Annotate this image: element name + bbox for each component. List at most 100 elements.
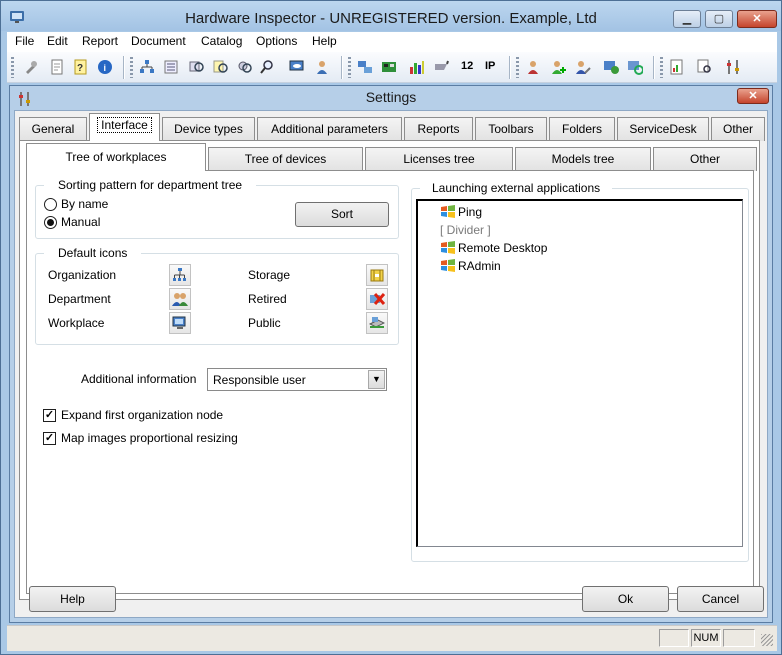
toolbar-grip[interactable]	[348, 57, 351, 78]
tab-reports[interactable]: Reports	[404, 117, 473, 141]
tab-other[interactable]: Other	[711, 117, 765, 141]
subtab-tree-of-workplaces[interactable]: Tree of workplaces	[26, 143, 206, 171]
additional-info-value: Responsible user	[213, 373, 306, 387]
map-images-checkbox[interactable]: ✓	[43, 432, 56, 445]
sort-button[interactable]: Sort	[295, 202, 389, 227]
title-bar[interactable]: Hardware Inspector - UNREGISTERED versio…	[1, 1, 781, 31]
list-item[interactable]: Remote Desktop	[441, 239, 547, 257]
manual-label[interactable]: Manual	[61, 215, 100, 229]
menu-edit[interactable]: Edit	[47, 34, 68, 48]
tab-device-types[interactable]: Device types	[162, 117, 255, 141]
list-item[interactable]: RAdmin	[441, 257, 501, 275]
subtab-label: Tree of devices	[244, 152, 327, 166]
retired-icon[interactable]	[366, 288, 388, 310]
help-button[interactable]: Help	[29, 586, 116, 612]
subtab-other[interactable]: Other	[653, 147, 757, 171]
status-panel-caps	[659, 629, 689, 647]
windows-icon	[441, 205, 455, 218]
toolbar-grip[interactable]	[660, 57, 663, 78]
minimize-button[interactable]: ▁	[673, 10, 701, 28]
radio-manual[interactable]	[44, 216, 57, 229]
tools-icon[interactable]	[21, 57, 41, 77]
options-icon[interactable]	[723, 57, 743, 77]
cable-icon[interactable]	[431, 57, 451, 77]
monitor-globe-icon[interactable]	[601, 57, 621, 77]
menu-options[interactable]: Options	[256, 34, 297, 48]
tab-general[interactable]: General	[19, 117, 87, 141]
main-window: Hardware Inspector - UNREGISTERED versio…	[0, 0, 782, 655]
subtab-tree-of-devices[interactable]: Tree of devices	[208, 147, 363, 171]
subtab-models-tree[interactable]: Models tree	[515, 147, 651, 171]
department-label: Department	[48, 292, 111, 306]
chevron-down-icon[interactable]: ▼	[368, 370, 385, 389]
search-settings-icon[interactable]	[235, 57, 255, 77]
subtab-label: Other	[689, 152, 720, 166]
user-add-icon[interactable]	[549, 57, 569, 77]
tab-toolbars[interactable]: Toolbars	[475, 117, 547, 141]
tab-label: ServiceDesk	[629, 122, 697, 136]
organization-icon[interactable]	[169, 264, 191, 286]
retired-label: Retired	[248, 292, 287, 306]
workplace-icon[interactable]	[169, 312, 191, 334]
menu-catalog[interactable]: Catalog	[201, 34, 242, 48]
chart-icon[interactable]	[407, 57, 427, 77]
subtab-licenses-tree[interactable]: Licenses tree	[365, 147, 513, 171]
user-search-icon[interactable]	[313, 57, 333, 77]
ip-label[interactable]: IP	[485, 60, 495, 72]
magnifier-icon[interactable]	[257, 57, 277, 77]
user-settings-icon[interactable]	[573, 57, 593, 77]
toolbar-grip[interactable]	[516, 57, 519, 78]
status-bar: NUM	[7, 625, 777, 651]
cancel-button[interactable]: Cancel	[677, 586, 764, 612]
additional-info-select[interactable]: Responsible user ▼	[207, 368, 387, 391]
list-item-label: RAdmin	[458, 259, 501, 273]
search-devices-icon[interactable]	[187, 57, 207, 77]
expand-first-node-checkbox[interactable]: ✓	[43, 409, 56, 422]
ok-button[interactable]: Ok	[582, 586, 669, 612]
network-icon[interactable]	[355, 57, 375, 77]
map-images-label[interactable]: Map images proportional resizing	[61, 431, 238, 445]
tab-label: Folders	[561, 122, 602, 136]
department-icon[interactable]	[169, 288, 191, 310]
radio-by-name[interactable]	[44, 198, 57, 211]
toolbar-grip[interactable]	[11, 57, 14, 78]
public-icon[interactable]	[366, 312, 388, 334]
menu-document[interactable]: Document	[131, 34, 186, 48]
storage-icon[interactable]	[366, 264, 388, 286]
search-docs-icon[interactable]	[211, 57, 231, 77]
board-icon[interactable]	[379, 57, 399, 77]
launching-apps-list[interactable]: Ping [ Divider ] Remote Desktop RAdmin	[416, 199, 743, 547]
tab-folders[interactable]: Folders	[549, 117, 615, 141]
resize-grip[interactable]	[761, 634, 773, 646]
toolbar-grip[interactable]	[130, 57, 133, 78]
tab-interface[interactable]: Interface	[89, 113, 160, 141]
storage-label: Storage	[248, 268, 291, 282]
dialog-close-button[interactable]: ✕	[737, 88, 769, 104]
list-item[interactable]: [ Divider ]	[440, 221, 491, 239]
close-button[interactable]: ✕	[737, 10, 777, 28]
tab-servicedesk[interactable]: ServiceDesk	[617, 117, 709, 141]
number-label[interactable]: 12	[461, 60, 473, 72]
expand-first-node-label[interactable]: Expand first organization node	[61, 408, 223, 422]
public-label: Public	[248, 316, 281, 330]
help-icon[interactable]: ?	[71, 57, 91, 77]
monitor-eye-icon[interactable]	[287, 57, 307, 77]
document-icon[interactable]	[47, 57, 67, 77]
report-icon[interactable]	[667, 57, 687, 77]
by-name-label[interactable]: By name	[61, 197, 108, 211]
monitor-refresh-icon[interactable]	[625, 57, 645, 77]
tree-of-workplaces-page: Sorting pattern for department tree By n…	[26, 170, 754, 594]
info-icon[interactable]: i	[95, 57, 115, 77]
menu-report[interactable]: Report	[82, 34, 118, 48]
list-icon[interactable]	[161, 57, 181, 77]
maximize-button[interactable]: ▢	[705, 10, 733, 28]
list-item[interactable]: Ping	[441, 203, 482, 221]
tab-additional-parameters[interactable]: Additional parameters	[257, 117, 402, 141]
menu-file[interactable]: File	[15, 34, 34, 48]
tree-icon[interactable]	[137, 57, 157, 77]
tab-label: General	[31, 122, 75, 136]
user-icon[interactable]	[523, 57, 543, 77]
preview-icon[interactable]	[695, 57, 715, 77]
menu-help[interactable]: Help	[312, 34, 337, 48]
sorting-pattern-group: Sorting pattern for department tree By n…	[35, 178, 399, 239]
